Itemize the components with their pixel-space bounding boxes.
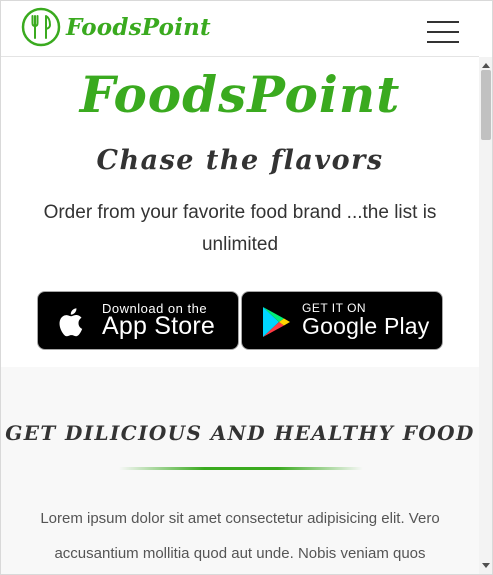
google-play-icon (263, 307, 290, 337)
brand[interactable]: FoodsPoint (21, 7, 211, 47)
google-play-big-text: Google Play (302, 313, 430, 339)
hero-section: FoodsPoint Chase the flavors Order from … (1, 57, 479, 367)
features-text: Lorem ipsum dolor sit amet consectetur a… (40, 510, 440, 562)
google-play-button[interactable]: GET IT ON Google Play (241, 291, 443, 350)
scroll-down-arrow-icon[interactable] (482, 563, 490, 568)
fork-knife-icon (21, 7, 61, 47)
navbar: FoodsPoint (1, 1, 479, 57)
apple-icon (59, 308, 83, 337)
brand-name: FoodsPoint (66, 13, 211, 41)
scroll-up-arrow-icon[interactable] (482, 63, 490, 68)
scroll-thumb[interactable] (481, 70, 491, 140)
app-store-big-text: App Store (102, 312, 215, 340)
features-heading: GET DILICIOUS AND HEALTHY FOOD (5, 421, 475, 445)
browser-viewport: FoodsPoint FoodsPoint Chase the flavors … (0, 0, 493, 575)
hamburger-menu-icon[interactable] (427, 21, 459, 43)
hero-tagline: Chase the flavors (96, 145, 384, 176)
features-section: GET DILICIOUS AND HEALTHY FOOD Lorem ips… (1, 367, 479, 574)
hero-title: FoodsPoint (79, 65, 401, 124)
hero-description: Order from your favorite food brand ...t… (43, 202, 437, 255)
heading-divider (119, 467, 363, 470)
page-scrollbar[interactable] (479, 57, 492, 574)
app-store-button[interactable]: Download on the App Store (37, 291, 239, 350)
